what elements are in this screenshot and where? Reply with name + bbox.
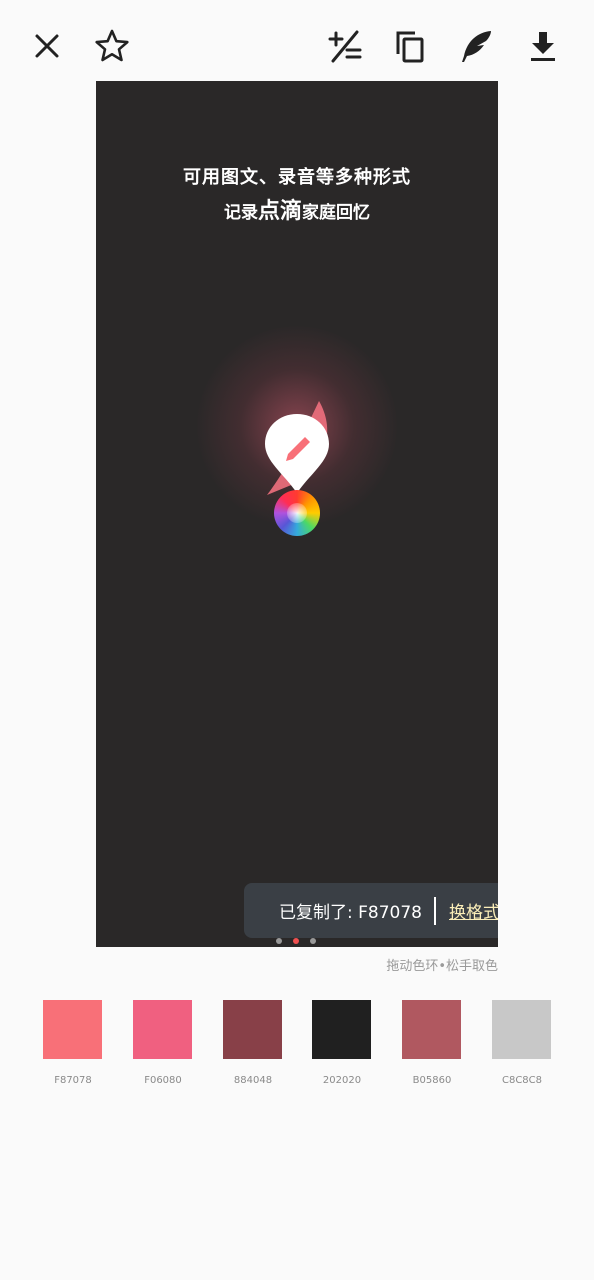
promo-suffix: 家庭回忆	[302, 203, 370, 223]
close-button[interactable]	[25, 24, 69, 68]
swatch-code: B05860	[412, 1075, 452, 1086]
swatch-color	[402, 1000, 461, 1059]
page-dot-active[interactable]	[293, 938, 299, 944]
adjust-button[interactable]	[323, 24, 367, 68]
swatch-color	[492, 1000, 551, 1059]
close-icon	[35, 34, 59, 58]
swatch-code: C8C8C8	[501, 1075, 543, 1086]
swatch-2[interactable]: F06080	[133, 1000, 193, 1086]
page-indicator	[276, 938, 316, 944]
swatch-color	[43, 1000, 102, 1059]
promo-emphasis: 点滴	[257, 198, 302, 224]
download-icon	[531, 32, 555, 61]
page-dot[interactable]	[276, 938, 282, 944]
edit-button[interactable]	[454, 24, 498, 68]
page-dot[interactable]	[310, 938, 316, 944]
plus-minus-icon	[328, 30, 362, 63]
swatch-code: 884048	[233, 1075, 273, 1086]
hint-text: 拖动色环•松手取色	[386, 959, 498, 974]
swatch-3[interactable]: 884048	[223, 1000, 283, 1086]
promo-line-2: 记录点滴家庭回忆	[96, 193, 498, 225]
copy-button[interactable]	[388, 24, 432, 68]
feather-icon	[462, 31, 491, 62]
change-format-link[interactable]: 换格式	[449, 898, 498, 923]
swatch-code: 202020	[322, 1075, 362, 1086]
swatch-color	[312, 1000, 371, 1059]
download-button[interactable]	[521, 24, 565, 68]
star-icon	[95, 29, 129, 62]
color-palette: F87078 F06080 884048 202020 B05860 C8C8C…	[43, 1000, 563, 1100]
swatch-6[interactable]: C8C8C8	[492, 1000, 552, 1086]
swatch-5[interactable]: B05860	[402, 1000, 462, 1086]
color-wheel[interactable]	[274, 490, 320, 536]
favorite-button[interactable]	[90, 24, 134, 68]
toast-divider	[434, 896, 436, 925]
swatch-code: F87078	[54, 1075, 92, 1086]
top-toolbar	[0, 0, 594, 82]
swatch-1[interactable]: F87078	[43, 1000, 103, 1086]
copied-toast: 已复制了: F87078 换格式	[244, 883, 498, 938]
swatch-color	[133, 1000, 192, 1059]
promo-line-1: 可用图文、录音等多种形式	[183, 167, 411, 188]
preview-image[interactable]: 可用图文、录音等多种形式 记录点滴家庭回忆 已复制了: F87078 换格式	[96, 81, 498, 947]
promo-prefix: 记录	[223, 203, 258, 223]
swatch-color	[223, 1000, 282, 1059]
swatch-4[interactable]: 202020	[312, 1000, 372, 1086]
toast-message: 已复制了: F87078	[279, 903, 422, 923]
swatch-code: F06080	[144, 1075, 182, 1086]
copy-icon	[396, 31, 424, 63]
